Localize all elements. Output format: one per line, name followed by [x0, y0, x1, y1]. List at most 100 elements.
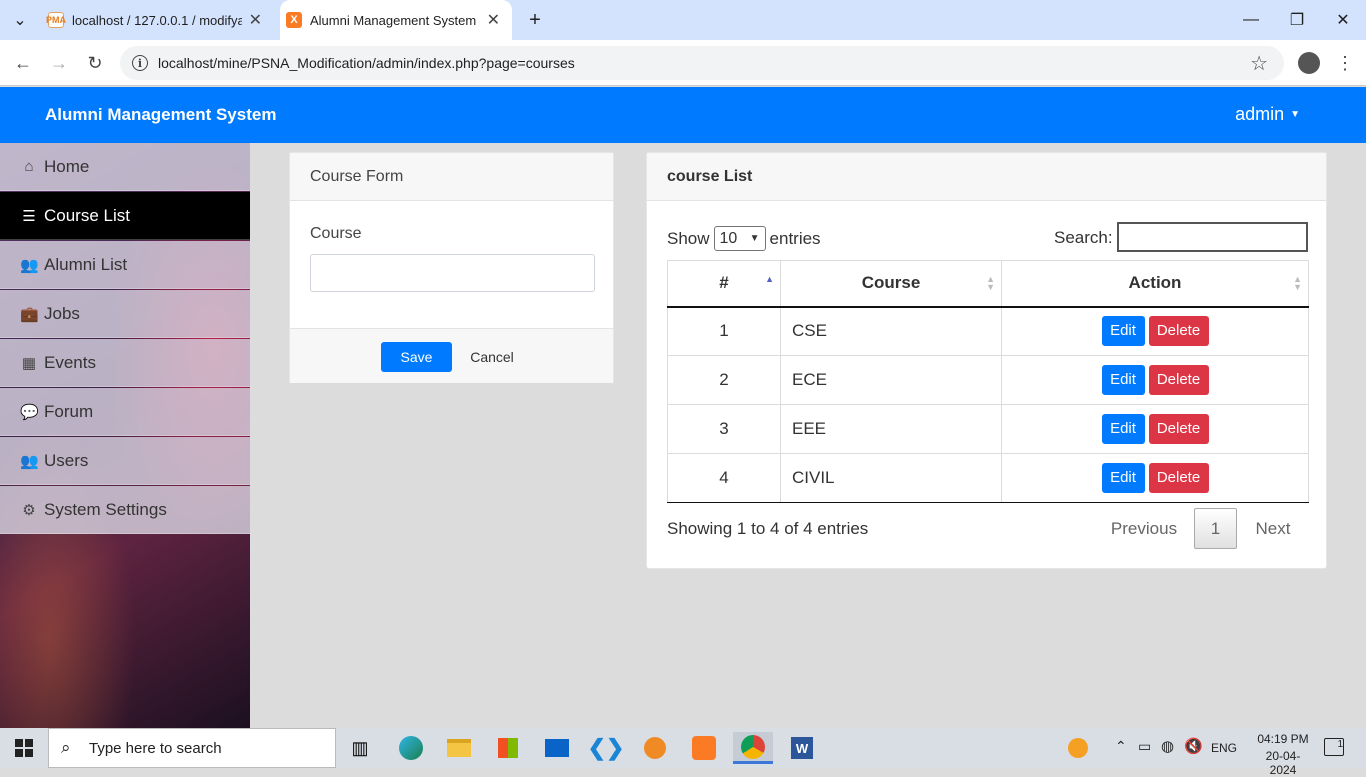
arrow-right-icon: →: [50, 52, 68, 73]
sidebar-item-users[interactable]: 👥 Users: [0, 437, 250, 485]
tab-search-button[interactable]: ⌄: [0, 0, 40, 40]
notifications-icon[interactable]: 1: [1324, 738, 1344, 756]
close-window-button[interactable]: ✕: [1320, 0, 1366, 40]
page-1-button[interactable]: 1: [1194, 508, 1237, 549]
row-number: 4: [667, 453, 781, 503]
url-text: localhost/mine/PSNA_Modification/admin/i…: [158, 55, 575, 71]
weather-icon[interactable]: [1068, 738, 1088, 758]
start-button[interactable]: [0, 728, 48, 768]
sidebar-item-jobs[interactable]: 💼 Jobs: [0, 290, 250, 338]
taskbar-search[interactable]: ⌕ Type here to search: [48, 728, 336, 768]
profile-avatar[interactable]: [1294, 40, 1324, 86]
chevron-up-icon[interactable]: ⌃: [1115, 738, 1127, 755]
row-course: CSE: [780, 306, 1002, 356]
sidebar-item-alumni-list[interactable]: 👥 Alumni List: [0, 241, 250, 289]
edit-button[interactable]: Edit: [1101, 414, 1145, 444]
volume-muted-icon[interactable]: 🔇: [1184, 737, 1203, 755]
row-actions: Edit Delete: [1001, 404, 1309, 454]
row-number: 1: [667, 306, 781, 356]
browser-tab-alumni[interactable]: X Alumni Management System ✕: [280, 0, 512, 40]
close-tab-icon[interactable]: ✕: [249, 10, 262, 30]
table-row: 1 CSE Edit Delete: [667, 306, 1309, 356]
address-bar[interactable]: i localhost/mine/PSNA_Modification/admin…: [120, 46, 1284, 80]
row-course: CIVIL: [780, 453, 1002, 503]
delete-button[interactable]: Delete: [1148, 316, 1209, 347]
edit-button[interactable]: Edit: [1101, 463, 1145, 493]
sidebar-item-home[interactable]: ⌂ Home: [0, 143, 250, 191]
search-input[interactable]: [1117, 222, 1308, 252]
mail-icon[interactable]: [537, 732, 577, 764]
previous-page-button[interactable]: Previous: [1094, 519, 1194, 539]
column-header-action[interactable]: Action ▲ ▼: [1001, 260, 1309, 308]
entries-select[interactable]: 10 ▼: [713, 226, 766, 251]
next-page-button[interactable]: Next: [1237, 519, 1309, 539]
cancel-button[interactable]: Cancel: [461, 342, 523, 372]
row-number: 3: [667, 404, 781, 454]
delete-button[interactable]: Delete: [1148, 365, 1209, 395]
back-button[interactable]: ←: [8, 40, 38, 86]
edit-button[interactable]: Edit: [1101, 365, 1145, 395]
pagination: Previous 1 Next: [1094, 508, 1309, 549]
sidebar-item-label: Alumni List: [44, 254, 128, 274]
sort-asc-icon: ▲: [765, 274, 774, 284]
sidebar-item-label: Course List: [44, 205, 130, 225]
column-header-label: Course: [861, 273, 921, 293]
caret-down-icon: ▼: [1290, 109, 1300, 120]
bookmark-star-icon[interactable]: ☆: [1250, 51, 1268, 76]
browser-toolbar: ← → ↻ i localhost/mine/PSNA_Modification…: [0, 40, 1366, 86]
close-tab-icon[interactable]: ✕: [487, 10, 500, 30]
minimize-button[interactable]: —: [1228, 0, 1274, 40]
browser-tab-phpmyadmin[interactable]: PMA localhost / 127.0.0.1 / modifyal ✕: [40, 0, 272, 40]
forward-button[interactable]: →: [44, 40, 74, 86]
firebird-icon[interactable]: [635, 732, 675, 764]
column-header-label: #: [719, 273, 729, 293]
vscode-icon[interactable]: ❮❯: [586, 732, 626, 764]
user-menu[interactable]: admin ▼: [1235, 104, 1300, 125]
sidebar-item-course-list[interactable]: ☰ Course List: [0, 192, 250, 240]
save-button[interactable]: Save: [381, 342, 452, 372]
table-header-row: # ▲ Course ▲ ▼ Action ▲ ▼: [667, 260, 1309, 308]
sidebar-item-label: Home: [44, 156, 90, 176]
sidebar-item-system-settings[interactable]: ⚙ System Settings: [0, 486, 250, 534]
task-view-icon[interactable]: ▥: [340, 732, 380, 764]
clock-date: 20-04-2024: [1265, 749, 1301, 777]
entries-length-control: Show 10 ▼ entries: [667, 226, 821, 251]
file-explorer-icon[interactable]: [439, 732, 479, 764]
restore-button[interactable]: ❐: [1274, 0, 1320, 40]
delete-button[interactable]: Delete: [1148, 463, 1209, 493]
sidebar-item-events[interactable]: ▦ Events: [0, 339, 250, 387]
row-actions: Edit Delete: [1001, 355, 1309, 405]
table-row: 3 EEE Edit Delete: [667, 404, 1309, 454]
restore-icon: ❐: [1289, 12, 1305, 29]
column-header-course[interactable]: Course ▲ ▼: [780, 260, 1002, 308]
edit-button[interactable]: Edit: [1101, 316, 1145, 347]
meet-now-icon[interactable]: ▭: [1138, 738, 1151, 755]
row-course: EEE: [780, 404, 1002, 454]
sort-both-icon: ▲ ▼: [986, 274, 995, 292]
language-indicator[interactable]: ENG: [1211, 741, 1237, 755]
network-icon[interactable]: ◍: [1161, 737, 1174, 755]
search-icon: ⌕: [61, 738, 71, 757]
info-icon[interactable]: i: [132, 55, 148, 71]
edge-icon[interactable]: [391, 732, 431, 764]
browser-tab-strip: ⌄ PMA localhost / 127.0.0.1 / modifyal ✕…: [0, 0, 1366, 40]
windows-taskbar: ⌕ Type here to search ▥ ❮❯ W ⌃ ▭ ◍ 🔇 ENG…: [0, 728, 1366, 777]
new-tab-button[interactable]: +: [512, 0, 558, 40]
delete-button[interactable]: Delete: [1148, 414, 1209, 444]
word-icon[interactable]: W: [782, 732, 822, 764]
app-brand[interactable]: Alumni Management System: [45, 105, 276, 125]
row-actions: Edit Delete: [1001, 453, 1309, 503]
tab-title: localhost / 127.0.0.1 / modifyal: [72, 12, 242, 28]
reload-button[interactable]: ↻: [80, 40, 110, 86]
sidebar-item-forum[interactable]: 💬 Forum: [0, 388, 250, 436]
users-icon: 👥: [20, 452, 39, 470]
app-navbar: Alumni Management System admin ▼: [0, 87, 1366, 143]
chevron-down-icon: ▼: [749, 233, 760, 244]
column-header-number[interactable]: # ▲: [667, 260, 781, 308]
clock[interactable]: 04:19 PM 20-04-2024: [1254, 732, 1312, 777]
course-input[interactable]: [310, 254, 595, 292]
chrome-icon[interactable]: [733, 732, 773, 764]
store-icon[interactable]: [488, 732, 528, 764]
xampp-icon[interactable]: [684, 732, 724, 764]
browser-menu-button[interactable]: ⋮: [1330, 40, 1360, 86]
